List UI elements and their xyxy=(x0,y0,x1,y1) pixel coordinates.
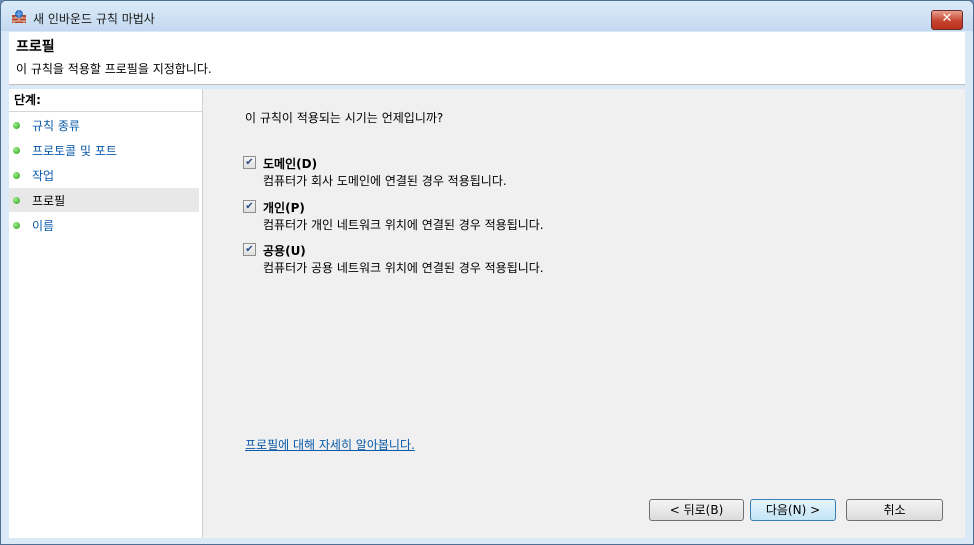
sidebar-item-rule-type[interactable]: 규칙 종류 xyxy=(9,113,199,137)
step-bullet-icon xyxy=(13,197,20,204)
sidebar-divider xyxy=(9,111,202,112)
sidebar-item-label: 규칙 종류 xyxy=(32,119,80,133)
back-button[interactable]: < 뒤로(B) xyxy=(649,499,744,521)
check-icon: ✔ xyxy=(245,244,254,255)
option-title[interactable]: 도메인(D) xyxy=(263,155,317,172)
option-description: 컴퓨터가 공용 네트워크 위치에 연결된 경우 적용됩니다. xyxy=(263,261,544,275)
firewall-icon xyxy=(12,10,26,23)
content-pane: 이 규칙이 적용되는 시기는 언제입니까? ✔ 도메인(D) 컴퓨터가 회사 도… xyxy=(203,89,965,538)
sidebar-item-action[interactable]: 작업 xyxy=(9,163,199,187)
check-icon: ✔ xyxy=(245,157,254,168)
sidebar-item-protocol-ports[interactable]: 프로토콜 및 포트 xyxy=(9,138,199,162)
public-checkbox[interactable]: ✔ xyxy=(243,243,256,256)
option-public: ✔ 공용(U) 컴퓨터가 공용 네트워크 위치에 연결된 경우 적용됩니다. xyxy=(243,242,843,282)
step-bullet-icon xyxy=(13,147,20,154)
option-description: 컴퓨터가 회사 도메인에 연결된 경우 적용됩니다. xyxy=(263,174,507,188)
step-bullet-icon xyxy=(13,222,20,229)
close-icon: ✕ xyxy=(941,11,953,26)
sidebar-item-label: 작업 xyxy=(32,169,55,183)
option-private: ✔ 개인(P) 컴퓨터가 개인 네트워크 위치에 연결된 경우 적용됩니다. xyxy=(243,199,843,239)
question-text: 이 규칙이 적용되는 시기는 언제입니까? xyxy=(245,111,444,125)
private-checkbox[interactable]: ✔ xyxy=(243,200,256,213)
steps-heading: 단계: xyxy=(14,93,41,107)
steps-sidebar: 단계: 규칙 종류 프로토콜 및 포트 작업 프로필 이름 xyxy=(9,89,203,538)
step-bullet-icon xyxy=(13,122,20,129)
close-button[interactable]: ✕ xyxy=(931,10,963,30)
page-header: 프로필 이 규칙을 적용할 프로필을 지정합니다. xyxy=(9,32,965,85)
next-button[interactable]: 다음(N) > xyxy=(750,499,836,521)
page-title: 프로필 xyxy=(16,39,55,55)
wizard-window: 새 인바운드 규칙 마법사 ✕ 프로필 이 규칙을 적용할 프로필을 지정합니다… xyxy=(0,0,974,545)
sidebar-item-name[interactable]: 이름 xyxy=(9,213,199,237)
profile-help-link[interactable]: 프로필에 대해 자세히 알아봅니다. xyxy=(245,436,415,453)
option-title[interactable]: 개인(P) xyxy=(263,199,305,216)
option-title[interactable]: 공용(U) xyxy=(263,242,306,259)
check-icon: ✔ xyxy=(245,201,254,212)
sidebar-item-label: 프로토콜 및 포트 xyxy=(32,144,117,158)
option-description: 컴퓨터가 개인 네트워크 위치에 연결된 경우 적용됩니다. xyxy=(263,218,544,232)
domain-checkbox[interactable]: ✔ xyxy=(243,156,256,169)
sidebar-item-label: 이름 xyxy=(32,219,55,233)
cancel-button[interactable]: 취소 xyxy=(846,499,943,521)
step-bullet-icon xyxy=(13,172,20,179)
sidebar-item-label: 프로필 xyxy=(32,194,66,208)
page-description: 이 규칙을 적용할 프로필을 지정합니다. xyxy=(16,62,212,76)
window-title: 새 인바운드 규칙 마법사 xyxy=(33,12,155,26)
title-bar[interactable]: 새 인바운드 규칙 마법사 ✕ xyxy=(1,1,973,31)
sidebar-item-profile[interactable]: 프로필 xyxy=(9,188,199,212)
option-domain: ✔ 도메인(D) 컴퓨터가 회사 도메인에 연결된 경우 적용됩니다. xyxy=(243,155,843,195)
